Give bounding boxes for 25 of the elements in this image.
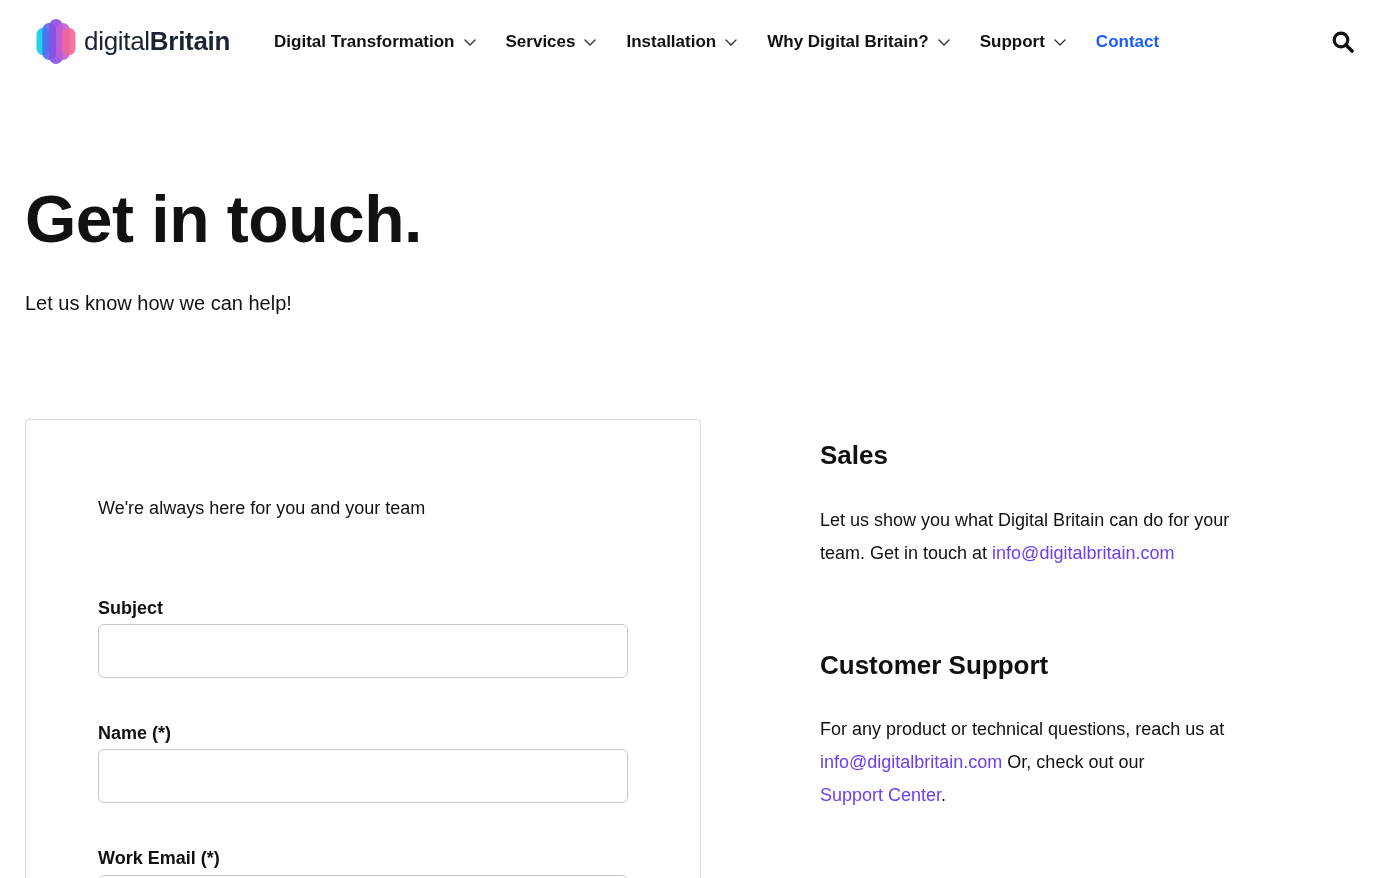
logo-icon	[36, 18, 76, 64]
field-label: Subject	[98, 597, 164, 621]
nav-link[interactable]: Installation	[626, 29, 738, 55]
text-link[interactable]: Support Center	[820, 785, 942, 806]
page-title: Get in touch.	[25, 182, 423, 258]
nav-link[interactable]: Why Digital Britain?	[767, 29, 950, 55]
section-heading: Customer Support	[820, 650, 1050, 682]
text-link[interactable]: info@digitalbritain.com	[820, 752, 1003, 773]
nav-link[interactable]: Contact	[1095, 29, 1160, 55]
nav-link[interactable]: Digital Transformation	[274, 29, 476, 55]
contact-paragraph: For any product or technical questions, reach us at info@digitalbritain.com Or, check out our Support Center.	[820, 718, 1226, 808]
field-label: Name (*)	[98, 722, 173, 746]
search-button[interactable]	[1332, 31, 1354, 53]
input-field[interactable]	[98, 749, 628, 804]
nav-link[interactable]: Support	[979, 29, 1066, 55]
search-icon	[1332, 31, 1354, 53]
page-subtitle: Let us know how we can help!	[25, 290, 293, 316]
section-heading: Sales	[820, 439, 889, 472]
brand-name[interactable]: digitalBritain	[84, 21, 231, 61]
input-field[interactable]	[98, 624, 628, 679]
form-intro: We're always here for you and your team	[98, 496, 427, 520]
contact-paragraph: Let us show you what Digital Britain can do for your team. Get in touch at info@digitalbritain.com	[820, 509, 1231, 566]
field-label: Work Email (*)	[98, 847, 221, 871]
nav-link[interactable]: Services	[505, 29, 597, 55]
text-link[interactable]: info@digitalbritain.com	[992, 543, 1175, 564]
